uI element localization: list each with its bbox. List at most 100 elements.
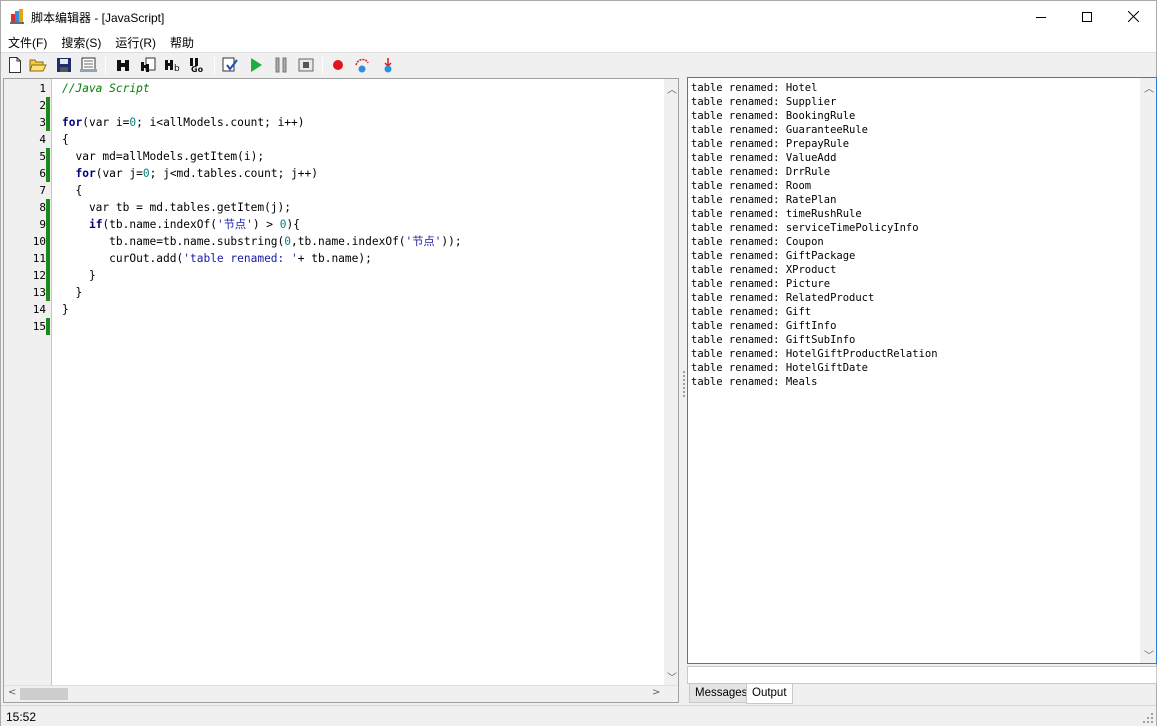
- stop-button[interactable]: [297, 56, 315, 74]
- pane-splitter[interactable]: [682, 371, 686, 401]
- scroll-up-icon[interactable]: ︿: [1144, 80, 1154, 95]
- code-token: + tb.name);: [297, 252, 372, 265]
- step-into-button[interactable]: [379, 56, 397, 74]
- replace-icon: b: [165, 60, 180, 73]
- scroll-right-icon[interactable]: >: [652, 687, 660, 698]
- code-line[interactable]: }: [62, 267, 96, 284]
- scroll-up-icon[interactable]: ︿: [667, 81, 677, 96]
- output-vertical-scrollbar[interactable]: ︿ ﹀: [1140, 78, 1156, 663]
- title-bar: 脚本编辑器 - [JavaScript]: [1, 1, 1156, 32]
- code-line[interactable]: //Java Script: [62, 80, 150, 97]
- changed-line-marker: [46, 233, 50, 250]
- code-line[interactable]: curOut.add('table renamed: '+ tb.name);: [62, 250, 372, 267]
- code-token: var tb = md.tables.getItem(j);: [62, 201, 292, 214]
- changed-line-marker: [46, 199, 50, 216]
- menu-search[interactable]: 搜索(S): [54, 32, 108, 52]
- maximize-icon: [1082, 11, 1092, 22]
- find-next-button[interactable]: [139, 56, 157, 74]
- line-number: 10: [32, 235, 46, 248]
- menu-run[interactable]: 运行(R): [108, 32, 163, 52]
- find-next-icon: [141, 57, 156, 72]
- check-syntax-icon: [222, 57, 238, 72]
- code-token: ));: [441, 235, 462, 248]
- script-editor-window: 脚本编辑器 - [JavaScript] 文件(F) 搜索(S) 运行(R) 帮…: [0, 0, 1157, 726]
- output-line: table renamed: XProduct: [691, 264, 837, 276]
- code-editor[interactable]: 1 2 3 4 5 6 7 8 9 10 11 12 13 14 15 //Java Script for(v…: [3, 78, 679, 703]
- editor-vertical-scrollbar[interactable]: ︿ ﹀: [664, 79, 678, 685]
- code-line[interactable]: for(var j=0; j<md.tables.count; j++): [62, 165, 318, 182]
- minimize-button[interactable]: [1018, 1, 1064, 32]
- scroll-down-icon[interactable]: ﹀: [667, 669, 677, 684]
- code-token: ; i<allModels.count; i++): [136, 116, 305, 129]
- open-folder-button[interactable]: [29, 56, 47, 74]
- breakpoint-button[interactable]: [329, 56, 347, 74]
- run-button[interactable]: [247, 56, 265, 74]
- code-token: }: [62, 286, 83, 299]
- changed-line-marker: [46, 267, 50, 284]
- step-over-button[interactable]: [354, 56, 372, 74]
- menu-file[interactable]: 文件(F): [1, 32, 54, 52]
- new-file-button[interactable]: [6, 56, 24, 74]
- output-tabs: Messages Output: [687, 684, 1157, 704]
- print-preview-icon: [80, 57, 97, 72]
- line-number: 5: [39, 150, 46, 163]
- line-number: 4: [39, 133, 46, 146]
- scroll-down-icon[interactable]: ﹀: [1144, 647, 1154, 662]
- binoculars-icon: [117, 60, 129, 71]
- maximize-button[interactable]: [1064, 1, 1110, 32]
- code-token: (var i=: [82, 116, 130, 129]
- line-number: 12: [32, 269, 46, 282]
- code-line[interactable]: }: [62, 284, 82, 301]
- replace-button[interactable]: b: [164, 56, 182, 74]
- output-line: table renamed: GiftPackage: [691, 250, 856, 262]
- code-line[interactable]: var tb = md.tables.getItem(j);: [62, 199, 291, 216]
- output-pane[interactable]: table renamed: Hotel table renamed: Suppl…: [687, 77, 1157, 664]
- code-line[interactable]: tb.name=tb.name.substring(0,tb.name.inde…: [62, 233, 462, 250]
- find-button[interactable]: [114, 56, 132, 74]
- save-button[interactable]: [55, 56, 73, 74]
- output-line: table renamed: Room: [691, 180, 812, 192]
- tab-output[interactable]: Output: [746, 684, 793, 704]
- line-number: 14: [32, 303, 46, 316]
- code-line[interactable]: }: [62, 301, 69, 318]
- cursor-position: 15:52: [6, 710, 37, 724]
- toolbar-separator: [105, 57, 106, 74]
- command-input[interactable]: [687, 666, 1157, 684]
- code-token: tb.name=tb.name.substring(: [62, 235, 285, 248]
- code-line[interactable]: if(tb.name.indexOf('节点') > 0){: [62, 216, 300, 233]
- open-folder-icon: [29, 59, 47, 72]
- close-button[interactable]: [1110, 1, 1156, 32]
- scroll-left-icon[interactable]: <: [8, 687, 16, 698]
- changed-line-marker: [46, 114, 50, 131]
- pause-button[interactable]: [272, 56, 290, 74]
- code-token: ,tb.name.indexOf(: [291, 235, 406, 248]
- code-line[interactable]: var md=allModels.getItem(i);: [62, 148, 264, 165]
- output-line: table renamed: ValueAdd: [691, 152, 837, 164]
- print-preview-button[interactable]: [80, 56, 98, 74]
- output-line: table renamed: serviceTimePolicyInfo: [691, 222, 919, 234]
- tab-messages[interactable]: Messages: [689, 684, 754, 703]
- output-line: table renamed: Picture: [691, 278, 831, 290]
- check-syntax-button[interactable]: [221, 56, 239, 74]
- output-line: table renamed: Supplier: [691, 96, 837, 108]
- code-token: ){: [286, 218, 300, 231]
- new-file-icon: [9, 57, 21, 73]
- changed-line-marker: [46, 216, 50, 233]
- horizontal-scroll-thumb[interactable]: [20, 688, 68, 700]
- goto-button[interactable]: Go: [189, 56, 207, 74]
- code-line[interactable]: {: [62, 131, 69, 148]
- resize-grip-icon[interactable]: [1143, 713, 1153, 723]
- line-number: 6: [39, 167, 46, 180]
- menu-help[interactable]: 帮助: [163, 32, 201, 52]
- line-number: 11: [32, 252, 46, 265]
- changed-line-marker: [46, 318, 50, 335]
- output-line: table renamed: GiftSubInfo: [691, 334, 856, 346]
- line-number: 3: [39, 116, 46, 129]
- editor-horizontal-scrollbar[interactable]: < >: [4, 685, 678, 702]
- code-token: ; j<md.tables.count; j++): [149, 167, 318, 180]
- window-title: 脚本编辑器 - [JavaScript]: [31, 11, 165, 25]
- code-line[interactable]: {: [62, 182, 82, 199]
- menu-bar: 文件(F) 搜索(S) 运行(R) 帮助: [1, 32, 1156, 52]
- code-token: 0: [142, 167, 150, 180]
- code-line[interactable]: for(var i=0; i<allModels.count; i++): [62, 114, 305, 131]
